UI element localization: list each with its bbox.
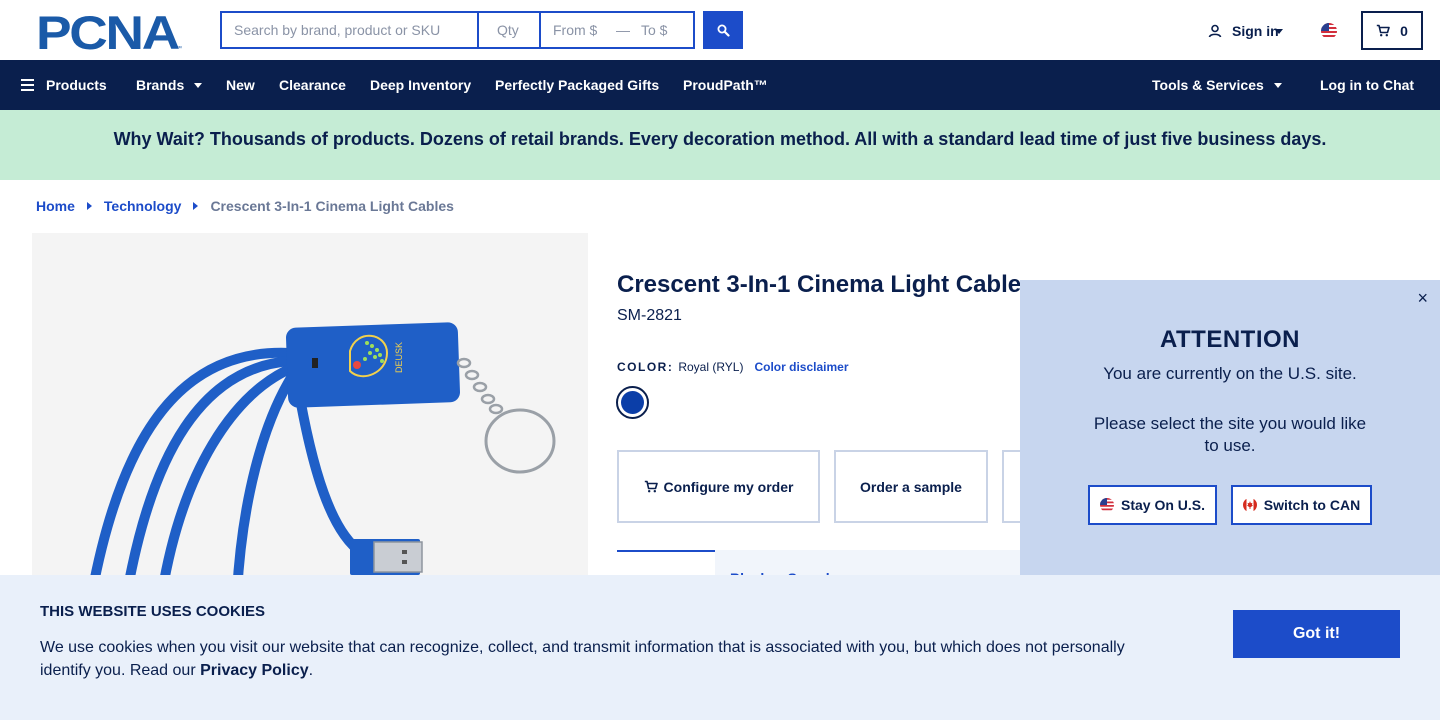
stay-us-button[interactable]: Stay On U.S. bbox=[1088, 485, 1217, 525]
product-title: Crescent 3-In-1 Cinema Light Cable bbox=[617, 271, 1022, 298]
breadcrumb-current: Crescent 3-In-1 Cinema Light Cables bbox=[210, 198, 454, 214]
price-to-input[interactable]: To $ bbox=[631, 13, 693, 47]
color-label: COLOR: bbox=[617, 360, 674, 374]
price-range-dash: — bbox=[615, 13, 631, 47]
top-header: PCNA ™ Search by brand, product or SKU Q… bbox=[0, 0, 1440, 60]
color-disclaimer-link[interactable]: Color disclaimer bbox=[754, 360, 848, 374]
order-sample-label: Order a sample bbox=[860, 478, 962, 495]
pcna-logo[interactable]: PCNA ™ bbox=[36, 11, 184, 51]
cart-icon bbox=[644, 480, 658, 493]
nav-products[interactable]: Products bbox=[21, 60, 107, 110]
nav-products-label: Products bbox=[46, 77, 107, 93]
chevron-down-icon bbox=[194, 82, 203, 88]
breadcrumb: Home Technology Crescent 3-In-1 Cinema L… bbox=[36, 198, 454, 214]
popup-heading: ATTENTION bbox=[1159, 326, 1301, 353]
nav-tools-label: Tools & Services bbox=[1152, 77, 1264, 93]
search-button[interactable] bbox=[703, 11, 743, 49]
accept-cookies-button[interactable]: Got it! bbox=[1233, 610, 1400, 658]
price-from-input[interactable]: From $ bbox=[541, 13, 615, 47]
product-sku: SM-2821 bbox=[617, 307, 682, 324]
search-input[interactable]: Search by brand, product or SKU bbox=[222, 13, 479, 47]
stay-us-label: Stay On U.S. bbox=[1120, 497, 1206, 513]
cart-icon bbox=[1376, 24, 1390, 37]
svg-text:™: ™ bbox=[176, 45, 182, 51]
nav-deep-inventory[interactable]: Deep Inventory bbox=[370, 60, 471, 110]
nav-packaged-gifts[interactable]: Perfectly Packaged Gifts bbox=[495, 60, 659, 110]
close-icon[interactable]: × bbox=[1417, 288, 1428, 309]
swatch-fill bbox=[621, 391, 644, 414]
us-flag-icon[interactable] bbox=[1321, 23, 1337, 39]
breadcrumb-category[interactable]: Technology bbox=[104, 198, 182, 214]
color-selector-row: COLOR: Royal (RYL) Color disclaimer bbox=[617, 360, 849, 374]
chevron-down-icon bbox=[1274, 28, 1283, 34]
color-swatch-royal[interactable] bbox=[616, 386, 649, 419]
user-icon bbox=[1208, 24, 1222, 38]
chevron-right-icon bbox=[86, 202, 92, 210]
nav-brands-label: Brands bbox=[136, 77, 185, 93]
cart-count: 0 bbox=[1400, 22, 1408, 39]
promo-text: Why Wait? Thousands of products. Dozens … bbox=[113, 129, 1327, 149]
svg-text:PCNA: PCNA bbox=[36, 11, 179, 51]
menu-icon bbox=[21, 79, 34, 91]
nav-new[interactable]: New bbox=[226, 60, 255, 110]
cookie-body-end: . bbox=[308, 662, 314, 679]
nav-proudpath[interactable]: ProudPath™ bbox=[683, 60, 768, 110]
privacy-policy-link[interactable]: Privacy Policy bbox=[200, 662, 309, 679]
cookie-title: THIS WEBSITE USES COOKIES bbox=[40, 603, 266, 620]
cookie-banner: THIS WEBSITE USES COOKIES We use cookies… bbox=[0, 575, 1440, 720]
cart-button[interactable]: 0 bbox=[1361, 11, 1423, 50]
switch-can-label: Switch to CAN bbox=[1263, 497, 1361, 513]
search-bar: Search by brand, product or SKU Qty From… bbox=[220, 11, 695, 49]
region-select-popup: × ATTENTION You are currently on the U.S… bbox=[1020, 280, 1440, 580]
chat-login-link[interactable]: Log in to Chat bbox=[1320, 60, 1414, 110]
popup-message: You are currently on the U.S. site. bbox=[1103, 364, 1357, 383]
sign-in-label: Sign in bbox=[1232, 23, 1279, 39]
nav-clearance[interactable]: Clearance bbox=[279, 60, 346, 110]
canada-flag-icon bbox=[1242, 498, 1257, 512]
svg-text:DEUSK: DEUSK bbox=[394, 342, 404, 373]
cookie-body: We use cookies when you visit our websit… bbox=[40, 636, 1150, 682]
promo-banner: Why Wait? Thousands of products. Dozens … bbox=[0, 110, 1440, 180]
qty-input[interactable]: Qty bbox=[479, 13, 541, 47]
configure-order-label: Configure my order bbox=[663, 478, 794, 495]
nav-tools-services[interactable]: Tools & Services bbox=[1152, 60, 1282, 110]
order-sample-button[interactable]: Order a sample bbox=[834, 450, 988, 523]
us-flag-icon bbox=[1099, 498, 1114, 512]
color-value: Royal (RYL) bbox=[678, 360, 744, 374]
popup-prompt: Please select the site you would like to… bbox=[1093, 414, 1367, 455]
nav-brands[interactable]: Brands bbox=[136, 60, 203, 110]
switch-can-button[interactable]: Switch to CAN bbox=[1231, 485, 1372, 525]
sign-in-button[interactable]: Sign in bbox=[1208, 20, 1283, 42]
breadcrumb-home[interactable]: Home bbox=[36, 198, 75, 214]
chevron-right-icon bbox=[193, 202, 199, 210]
configure-order-button[interactable]: Configure my order bbox=[617, 450, 820, 523]
main-nav: Products Brands New Clearance Deep Inven… bbox=[0, 60, 1440, 110]
search-icon bbox=[717, 24, 730, 37]
chevron-down-icon bbox=[1273, 82, 1282, 88]
